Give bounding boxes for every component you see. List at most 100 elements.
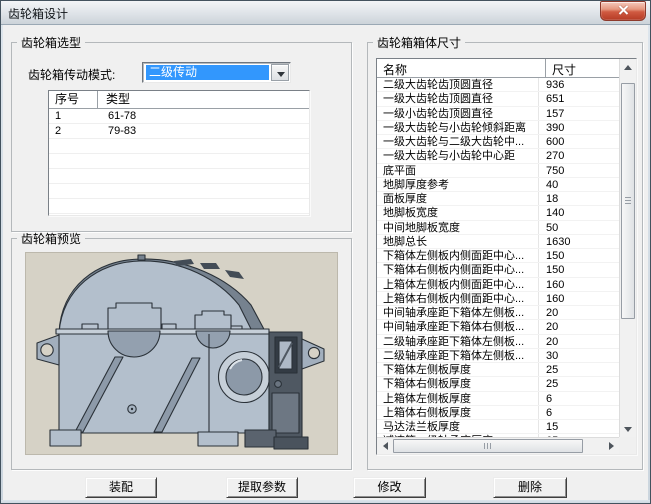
table-row[interactable]: 二级轴承座距下箱体左侧板... 20 (377, 335, 619, 349)
titlebar[interactable]: 齿轮箱设计 (0, 0, 651, 25)
row-name-cell: 地脚板宽度 (377, 206, 538, 219)
row-size-cell: 25 (538, 377, 619, 390)
table-row[interactable]: 马达法兰板厚度 15 (377, 420, 619, 434)
extract-params-button[interactable]: 提取参数 (226, 477, 298, 498)
row-name-cell: 地脚总长 (377, 235, 538, 248)
table-row[interactable]: 一级大齿轮与小齿轮倾斜距离 390 (377, 121, 619, 135)
row-name-cell: 中间地脚板宽度 (377, 221, 538, 234)
table-row-empty (49, 139, 309, 154)
column-header-type[interactable]: 类型 (98, 91, 309, 108)
close-button[interactable] (600, 1, 646, 21)
row-name-cell: 二级轴承座距下箱体左侧板... (377, 335, 538, 348)
table-row-empty (49, 154, 309, 169)
group-gearbox-preview-title: 齿轮箱预览 (17, 230, 85, 247)
window-frame-bottom (0, 500, 651, 504)
row-size-cell: 6 (538, 406, 619, 419)
row-name-cell: 上箱体左侧板内侧面距中心... (377, 278, 538, 291)
table-row[interactable]: 面板厚度 18 (377, 192, 619, 206)
table-row[interactable]: 一级大齿轮与二级大齿轮中... 600 (377, 135, 619, 149)
table-row[interactable]: 2 79-83 (49, 124, 309, 139)
row-size-cell: 750 (538, 164, 619, 177)
gearbox-3d-model-icon (26, 253, 338, 455)
row-name-cell: 下箱体左侧板厚度 (377, 363, 538, 376)
table-row[interactable]: 一级小齿轮齿顶圆直径 157 (377, 107, 619, 121)
table-row[interactable]: 二级轴承座距下箱体左侧板... 30 (377, 349, 619, 363)
table-row[interactable]: 1 61-78 (49, 109, 309, 124)
table-row[interactable]: 地脚总长 1630 (377, 235, 619, 249)
row-size-cell: 150 (538, 249, 619, 262)
row-name-cell: 上箱体右侧板厚度 (377, 406, 538, 419)
row-name-cell: 中间轴承座距下箱体右侧板... (377, 320, 538, 333)
delete-button[interactable]: 删除 (493, 477, 567, 498)
row-type-cell: 61-78 (99, 109, 309, 123)
table-row[interactable]: 二级大齿轮齿顶圆直径 936 (377, 78, 619, 92)
row-size-cell: 157 (538, 107, 619, 120)
row-name-cell: 一级大齿轮齿顶圆直径 (377, 92, 538, 105)
table-row[interactable]: 中间轴承座距下箱体左侧板... 20 (377, 306, 619, 320)
column-header-name[interactable]: 名称 (383, 61, 407, 78)
row-name-cell: 面板厚度 (377, 192, 538, 205)
scrollbar-corner (619, 437, 636, 454)
type-table: 序号 类型 1 61-78 2 79-83 (48, 90, 310, 216)
row-name-cell: 一级小齿轮齿顶圆直径 (377, 107, 538, 120)
table-row[interactable]: 地脚板宽度 140 (377, 206, 619, 220)
row-name-cell: 上箱体右侧板内侧面距中心... (377, 292, 538, 305)
row-size-cell: 600 (538, 135, 619, 148)
row-size-cell: 270 (538, 149, 619, 162)
row-name-cell: 下箱体右侧板内侧面距中心... (377, 263, 538, 276)
table-row[interactable]: 底平面 750 (377, 164, 619, 178)
table-row[interactable]: 下箱体左侧板内侧面距中心... 150 (377, 249, 619, 263)
row-size-cell: 390 (538, 121, 619, 134)
group-gearbox-selection-title: 齿轮箱选型 (17, 34, 85, 51)
table-row[interactable]: 上箱体右侧板厚度 6 (377, 406, 619, 420)
transmission-mode-combo[interactable]: 二级传动 (142, 62, 291, 83)
table-row[interactable]: 下箱体左侧板厚度 25 (377, 363, 619, 377)
vertical-scrollbar[interactable] (619, 59, 636, 437)
table-row[interactable]: 下箱体右侧板内侧面距中心... 150 (377, 263, 619, 277)
table-row[interactable]: 上箱体右侧板内侧面距中心... 160 (377, 292, 619, 306)
table-row[interactable]: 一级大齿轮齿顶圆直径 651 (377, 92, 619, 106)
row-size-cell: 150 (538, 263, 619, 276)
column-header-size[interactable]: 尺寸 (552, 61, 576, 78)
table-row[interactable]: 一级大齿轮与小齿轮中心距 270 (377, 149, 619, 163)
row-index-cell: 2 (49, 124, 99, 138)
table-row[interactable]: 上箱体左侧板厚度 6 (377, 392, 619, 406)
row-size-cell: 140 (538, 206, 619, 219)
column-header-index[interactable]: 序号 (49, 91, 98, 108)
scroll-left-button[interactable] (377, 438, 393, 454)
scroll-up-button[interactable] (620, 59, 636, 75)
table-row-empty (49, 184, 309, 199)
table-row[interactable]: 下箱体右侧板厚度 25 (377, 377, 619, 391)
row-name-cell: 底平面 (377, 164, 538, 177)
scroll-right-button[interactable] (603, 438, 619, 454)
row-size-cell: 15 (538, 420, 619, 433)
table-row[interactable]: 地脚厚度参考 40 (377, 178, 619, 192)
row-size-cell: 18 (538, 192, 619, 205)
arrow-up-icon (624, 65, 632, 70)
modify-button[interactable]: 修改 (353, 477, 426, 498)
table-row[interactable]: 中间轴承座距下箱体右侧板... 20 (377, 320, 619, 334)
row-name-cell: 二级大齿轮齿顶圆直径 (377, 78, 538, 91)
gearbox-preview-image (25, 252, 338, 455)
row-name-cell: 下箱体右侧板厚度 (377, 377, 538, 390)
horizontal-scrollbar[interactable] (377, 437, 619, 454)
scroll-down-button[interactable] (620, 421, 636, 437)
row-size-cell: 20 (538, 306, 619, 319)
table-row[interactable]: 中间地脚板宽度 50 (377, 221, 619, 235)
row-name-cell: 上箱体左侧板厚度 (377, 392, 538, 405)
horizontal-scrollbar-thumb[interactable] (393, 439, 583, 453)
assemble-button[interactable]: 装配 (85, 477, 157, 498)
row-name-cell: 地脚厚度参考 (377, 178, 538, 191)
vertical-scrollbar-thumb[interactable] (621, 83, 635, 319)
dimensions-table-header: 名称 尺寸 (377, 59, 619, 78)
table-row[interactable]: 上箱体左侧板内侧面距中心... 160 (377, 278, 619, 292)
row-name-cell: 二级轴承座距下箱体左侧板... (377, 349, 538, 362)
row-size-cell: 30 (538, 349, 619, 362)
combo-dropdown-button[interactable] (271, 64, 289, 81)
row-size-cell: 160 (538, 278, 619, 291)
type-table-rows: 1 61-78 2 79-83 (49, 109, 309, 139)
table-row-empty (49, 169, 309, 184)
table-row-empty (49, 199, 309, 214)
row-size-cell: 20 (538, 320, 619, 333)
transmission-mode-value: 二级传动 (146, 65, 269, 80)
